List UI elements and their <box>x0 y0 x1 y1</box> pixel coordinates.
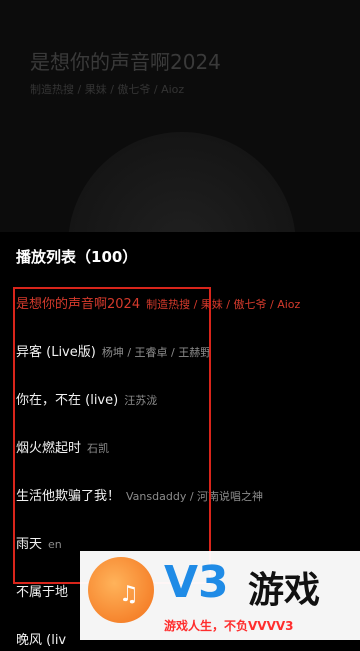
now-playing-panel: 是想你的声音啊2024 制造热搜 / 果妹 / 傲七爷 / Aioz <box>0 0 360 240</box>
playlist-item[interactable]: 晚风 (liv <box>16 629 66 649</box>
song-title: 晚风 (liv <box>16 633 67 648</box>
playlist-item[interactable]: 不属于地 <box>16 581 68 601</box>
music-note-icon: ♫ <box>119 582 139 607</box>
now-playing-title: 是想你的声音啊2024 <box>30 50 221 74</box>
watermark-slogan: 游戏人生，不负VVVV3 <box>164 619 294 633</box>
album-disc <box>68 132 296 240</box>
now-playing-artist: 制造热搜 / 果妹 / 傲七爷 / Aioz <box>30 83 185 96</box>
watermark-logo: ♫ V3 游戏 游戏人生，不负VVVV3 <box>80 551 360 640</box>
watermark-badge: ♫ <box>88 557 154 623</box>
watermark-brand-game: 游戏 <box>248 570 321 611</box>
highlight-box <box>13 287 211 584</box>
song-title: 不属于地 <box>16 585 69 600</box>
watermark-brand: V3 <box>164 557 229 608</box>
playlist-title: 播放列表（100） <box>16 248 138 266</box>
